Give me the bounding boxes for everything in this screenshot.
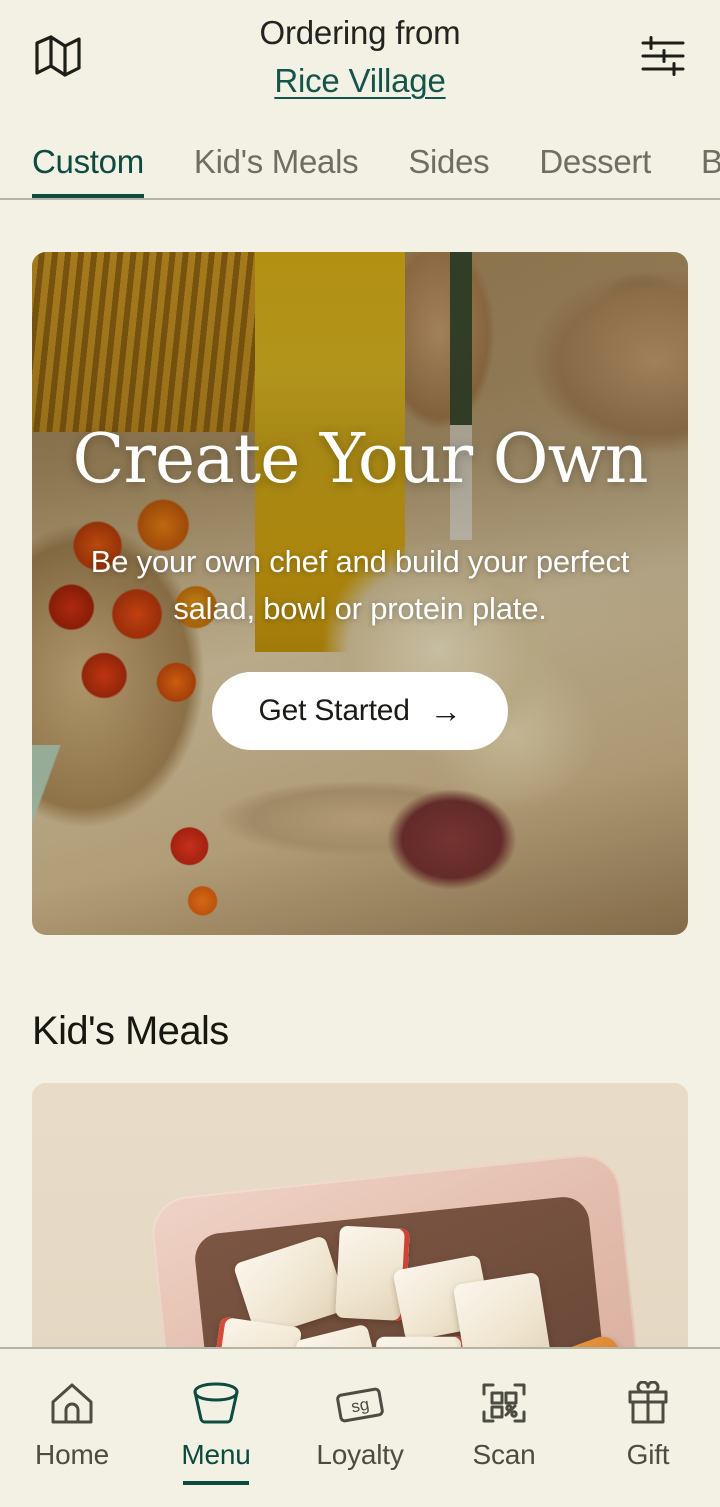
- bowl-icon: [192, 1377, 240, 1429]
- tab-partial[interactable]: B: [701, 118, 720, 198]
- bottom-navigation-bar: Home Menu sg Loyalty Scan Gift: [0, 1347, 720, 1507]
- nav-item-loyalty[interactable]: sg Loyalty: [288, 1377, 432, 1471]
- nav-item-scan[interactable]: Scan: [432, 1377, 576, 1471]
- filter-sliders-icon: [640, 35, 686, 79]
- nav-label-scan: Scan: [472, 1439, 536, 1470]
- tab-sides[interactable]: Sides: [408, 118, 489, 198]
- nav-item-menu[interactable]: Menu: [144, 1377, 288, 1485]
- tab-custom[interactable]: Custom: [32, 118, 144, 198]
- hero-title: Create Your Own: [72, 420, 648, 499]
- nav-label-gift: Gift: [626, 1439, 670, 1470]
- tab-dessert[interactable]: Dessert: [539, 118, 651, 198]
- nav-label-menu: Menu: [181, 1439, 251, 1470]
- kids-meal-tray: [148, 1151, 646, 1347]
- arrow-right-icon: →: [429, 693, 462, 730]
- tab-kids-meals[interactable]: Kid's Meals: [194, 118, 359, 198]
- create-your-own-card[interactable]: Create Your Own Be your own chef and bui…: [32, 252, 688, 935]
- nav-label-loyalty: Loyalty: [316, 1439, 404, 1470]
- home-icon: [49, 1377, 95, 1429]
- hero-text-block: Create Your Own Be your own chef and bui…: [32, 252, 688, 935]
- section-title-kids-meals: Kid's Meals: [32, 1009, 229, 1053]
- ordering-from-label: Ordering from: [259, 14, 461, 51]
- nav-item-gift[interactable]: Gift: [576, 1377, 720, 1471]
- get-started-label: Get Started: [258, 694, 410, 728]
- kids-meal-tray-inner: [192, 1194, 639, 1347]
- get-started-button[interactable]: Get Started →: [212, 672, 508, 751]
- menu-content: Create Your Own Be your own chef and bui…: [0, 200, 720, 1347]
- apple-piece: [294, 1323, 388, 1347]
- header-title-block: Ordering from Rice Village: [0, 14, 720, 101]
- nav-label-home: Home: [35, 1439, 109, 1470]
- filter-icon-button[interactable]: [632, 26, 694, 88]
- hero-subtitle: Be your own chef and build your perfect …: [90, 544, 630, 627]
- svg-text:sg: sg: [350, 1395, 371, 1417]
- kids-meal-card[interactable]: [32, 1083, 688, 1347]
- apple-piece: [452, 1271, 553, 1347]
- app-header: Ordering from Rice Village: [0, 0, 720, 118]
- store-name-link[interactable]: Rice Village: [274, 62, 445, 101]
- nav-item-home[interactable]: Home: [0, 1377, 144, 1471]
- category-tabs-scroller[interactable]: Custom Kid's Meals Sides Dessert B: [0, 118, 720, 198]
- app-screen: Ordering from Rice Village Custom Kid's …: [0, 0, 720, 1507]
- qr-code-icon: [481, 1377, 527, 1429]
- apple-piece: [376, 1336, 467, 1347]
- gift-icon: [625, 1377, 671, 1429]
- kids-meal-photo: [32, 1083, 688, 1347]
- sg-card-icon: sg: [334, 1377, 386, 1429]
- category-tabs[interactable]: Custom Kid's Meals Sides Dessert B: [0, 118, 720, 200]
